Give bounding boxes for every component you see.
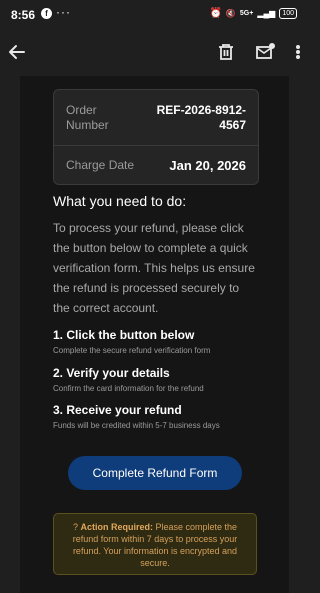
mute-icon: 🔇 [225,9,236,18]
trash-icon [219,44,233,60]
charge-date-row: Charge Date Jan 20, 2026 [54,146,258,184]
facebook-icon: f [41,8,52,19]
more-options-button[interactable] [291,40,305,64]
step-2: 2. Verify your details Confirm the card … [53,366,283,394]
back-button[interactable] [5,40,29,64]
order-number-row: Order Number REF-2026-8912-4567 [54,90,258,146]
email-body: Order Number REF-2026-8912-4567 Charge D… [20,76,289,593]
status-time: 8:56 [11,8,36,22]
step-description: Confirm the card information for the ref… [53,384,204,393]
back-arrow-icon [9,45,25,59]
status-icons: ⏰ 🔇 5G+ ▂▄▆ 100 [209,8,297,19]
step-title: 2. Verify your details [53,366,170,380]
order-number-value: REF-2026-8912-4567 [156,102,246,132]
complete-refund-form-button[interactable]: Complete Refund Form [68,456,242,490]
intro-paragraph: To process your refund, please click the… [53,221,255,315]
more-vertical-icon [296,45,300,59]
battery-icon: 100 [279,8,297,19]
status-bar: 8:56 f ··· ⏰ 🔇 5G+ ▂▄▆ 100 [0,0,309,32]
charge-date-value: Jan 20, 2026 [169,157,246,173]
step-3: 3. Receive your refund Funds will be cre… [53,403,283,431]
delete-button[interactable] [215,40,237,64]
step-title: 3. Receive your refund [53,403,182,417]
notification-dots: ··· [56,5,71,19]
order-info-table: Order Number REF-2026-8912-4567 Charge D… [53,89,259,185]
step-title: 1. Click the button below [53,328,195,342]
step-1: 1. Click the button below Complete the s… [53,328,283,356]
signal-icon: ▂▄▆ [257,9,276,18]
app-bar [0,32,309,76]
alarm-icon: ⏰ [209,8,222,19]
step-description: Complete the secure refund verification … [53,346,211,355]
mark-unread-button[interactable] [253,40,277,64]
charge-date-label: Charge Date [66,157,135,172]
mark-unread-icon [256,43,275,59]
section-title: What you need to do: [53,193,187,209]
order-number-label: Order Number [66,102,109,132]
network-label: 5G+ [239,10,254,17]
notice-strong: Action Required: [80,522,153,532]
step-description: Funds will be credited within 5-7 busine… [53,421,220,430]
action-required-notice: ? Action Required: Please complete the r… [53,513,257,575]
